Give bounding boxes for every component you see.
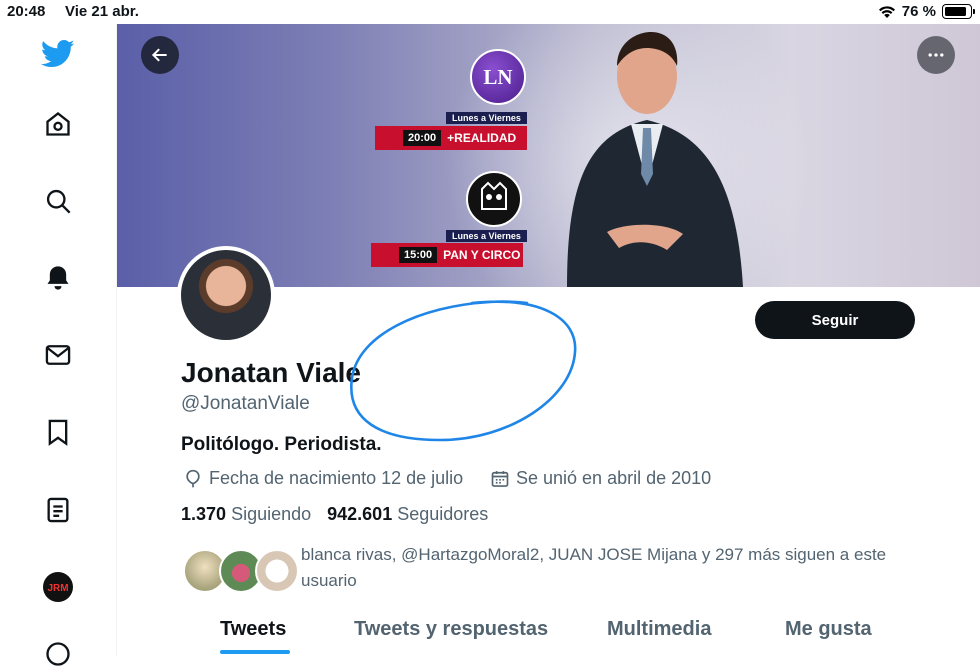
follow-counts: 1.370 Siguiendo 942.601 Seguidores <box>181 504 488 525</box>
notifications-bell-icon[interactable] <box>40 260 76 296</box>
show1-title: +REALIDAD <box>447 131 517 145</box>
status-time: 20:48 <box>7 3 46 20</box>
back-button[interactable] <box>141 36 179 74</box>
battery-icon <box>942 4 975 19</box>
following-link[interactable]: 1.370 Siguiendo <box>181 504 311 525</box>
tab-tweets[interactable]: Tweets <box>220 618 286 641</box>
pan-y-circo-logo <box>466 171 522 227</box>
tab-likes[interactable]: Me gusta <box>785 618 872 641</box>
status-right: 76 % <box>878 3 975 20</box>
wifi-icon <box>878 5 895 18</box>
show2-time: 15:00 <box>399 247 438 263</box>
birthday-item: Fecha de nacimiento 12 de julio <box>183 468 463 489</box>
follower-avatar <box>255 549 299 593</box>
joined-item: Se unió en abril de 2010 <box>490 468 711 489</box>
calendar-icon <box>491 470 509 487</box>
account-avatar-icon[interactable]: JRM <box>40 569 76 605</box>
ln-logo: LN <box>470 49 526 105</box>
known-followers-text[interactable]: blanca rivas, @HartazgoMoral2, JUAN JOSE… <box>301 542 921 594</box>
ellipsis-icon <box>928 53 944 57</box>
known-followers-avatars[interactable] <box>183 549 299 595</box>
show1-time: 20:00 <box>403 130 442 146</box>
more-button[interactable] <box>917 36 955 74</box>
show2-days: Lunes a Viernes <box>446 230 527 242</box>
tab-tweets-replies[interactable]: Tweets y respuestas <box>354 618 548 641</box>
show1-slot: 20:00 +REALIDAD <box>375 126 527 150</box>
twitter-bird-icon[interactable] <box>40 36 76 72</box>
status-bar: 20:48 Vie 21 abr. 76 % <box>0 0 980 24</box>
profile-avatar[interactable] <box>177 246 275 344</box>
profile-banner: LN Lunes a Viernes 20:00 +REALIDAD Lunes… <box>117 24 980 287</box>
profile-bio: Politólogo. Periodista. <box>181 434 382 455</box>
joined-text: Se unió en abril de 2010 <box>516 468 712 488</box>
followers-link[interactable]: 942.601 Seguidores <box>327 504 488 525</box>
show2-slot: 15:00 PAN Y CIRCO <box>371 243 523 267</box>
profile-name: Jonatan Viale <box>181 357 362 388</box>
bookmark-icon[interactable] <box>40 414 76 450</box>
battery-percent: 76 % <box>901 3 936 20</box>
profile-handle: @JonatanViale <box>181 393 310 414</box>
arrow-left-icon <box>151 48 167 62</box>
profile-main: LN Lunes a Viernes 20:00 +REALIDAD Lunes… <box>117 24 980 656</box>
follow-button[interactable]: Seguir <box>755 301 915 339</box>
presenter-photo <box>567 32 743 287</box>
birthday-text: Fecha de nacimiento 12 de julio <box>209 468 464 488</box>
more-options-icon[interactable] <box>40 636 76 672</box>
lists-icon[interactable] <box>40 492 76 528</box>
status-date: Vie 21 abr. <box>65 3 139 20</box>
show1-days: Lunes a Viernes <box>446 112 527 124</box>
active-tab-indicator <box>220 650 290 654</box>
tab-media[interactable]: Multimedia <box>607 618 711 641</box>
svg-text:JRM: JRM <box>47 583 68 594</box>
balloon-icon <box>186 469 200 487</box>
sidebar: JRM <box>0 24 117 666</box>
home-icon[interactable] <box>40 106 76 142</box>
show2-title: PAN Y CIRCO <box>443 248 521 262</box>
messages-envelope-icon[interactable] <box>40 337 76 373</box>
search-icon[interactable] <box>40 183 76 219</box>
